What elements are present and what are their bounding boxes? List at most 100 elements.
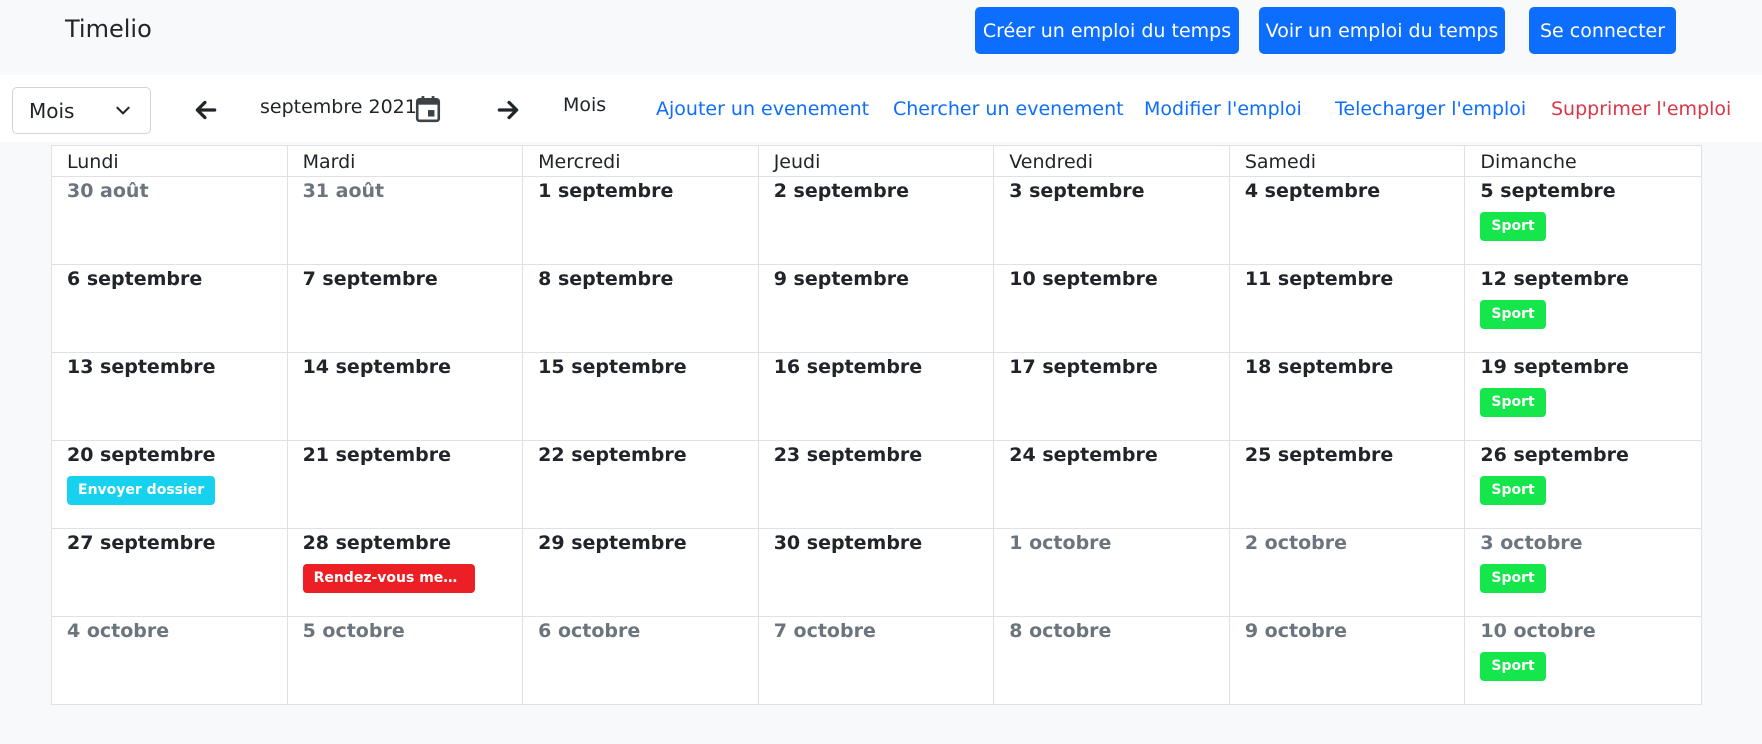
weekday-header: Mercredi: [523, 146, 759, 177]
delete-schedule-link[interactable]: Supprimer l'emploi: [1551, 98, 1731, 120]
calendar-day-cell[interactable]: 3 septembre: [994, 177, 1230, 265]
edit-schedule-link[interactable]: Modifier l'emploi: [1144, 98, 1302, 120]
calendar-day-cell[interactable]: 18 septembre: [1229, 353, 1466, 441]
day-date-label: 30 août: [67, 180, 149, 202]
calendar-day-cell[interactable]: 7 octobre: [758, 617, 995, 705]
day-date-label: 25 septembre: [1244, 444, 1394, 466]
calendar-day-cell[interactable]: 8 septembre: [523, 265, 759, 353]
day-date-label: 7 septembre: [302, 268, 438, 290]
event-badge[interactable]: Sport: [1480, 476, 1546, 505]
day-date-label: 9 septembre: [773, 268, 909, 290]
create-schedule-button[interactable]: Créer un emploi du temps: [975, 7, 1239, 54]
calendar-day-cell[interactable]: 28 septembre Rendez-vous mede...: [287, 529, 524, 617]
calendar-day-cell[interactable]: 21 septembre: [287, 441, 524, 529]
calendar-day-cell[interactable]: 2 septembre: [758, 177, 995, 265]
weekday-header: Jeudi: [758, 146, 995, 177]
day-date-label: 30 septembre: [773, 532, 923, 554]
calendar-day-cell[interactable]: 4 septembre: [1229, 177, 1466, 265]
day-date-label: 3 octobre: [1480, 532, 1583, 554]
calendar-day-cell[interactable]: 5 octobre: [287, 617, 524, 705]
weekday-header-row: Lundi Mardi Mercredi Jeudi Vendredi Same…: [52, 146, 1701, 177]
calendar-day-cell[interactable]: 16 septembre: [758, 353, 995, 441]
login-button[interactable]: Se connecter: [1529, 7, 1676, 54]
calendar-day-cell[interactable]: 26 septembre Sport: [1465, 441, 1701, 529]
calendar-day-cell[interactable]: 7 septembre: [287, 265, 524, 353]
calendar-icon[interactable]: [415, 95, 441, 123]
calendar-toolbar: Mois septembre 2021 Mois Ajouter un even…: [0, 75, 1762, 142]
calendar-day-cell[interactable]: 25 septembre: [1229, 441, 1466, 529]
view-schedule-button[interactable]: Voir un emploi du temps: [1259, 7, 1505, 54]
calendar-day-cell[interactable]: 1 octobre: [994, 529, 1230, 617]
calendar-day-cell[interactable]: 6 septembre: [52, 265, 288, 353]
day-date-label: 1 octobre: [1009, 532, 1112, 554]
calendar-day-cell[interactable]: 30 septembre: [758, 529, 995, 617]
day-date-label: 12 septembre: [1480, 268, 1629, 290]
day-date-label: 29 septembre: [538, 532, 687, 554]
day-date-label: 9 octobre: [1244, 620, 1347, 642]
day-date-label: 2 octobre: [1244, 532, 1347, 554]
calendar-day-cells: 30 août 31 août 1 septembre 2 septembre 3 se…: [52, 177, 1701, 705]
brand-logo-text[interactable]: Timelio: [65, 15, 152, 43]
day-date-label: 1 septembre: [538, 180, 674, 202]
calendar-day-cell[interactable]: 3 octobre Sport: [1465, 529, 1701, 617]
calendar-day-cell[interactable]: 8 octobre: [994, 617, 1230, 705]
event-badge[interactable]: Sport: [1480, 212, 1546, 241]
calendar-day-cell[interactable]: 6 octobre: [523, 617, 759, 705]
day-date-label: 15 septembre: [538, 356, 687, 378]
calendar-day-cell[interactable]: 10 octobre Sport: [1465, 617, 1701, 705]
view-mode-value: Mois: [29, 98, 75, 123]
download-schedule-link[interactable]: Telecharger l'emploi: [1335, 98, 1526, 120]
calendar-day-cell[interactable]: 9 septembre: [758, 265, 995, 353]
add-event-link[interactable]: Ajouter un evenement: [656, 98, 869, 120]
calendar-day-cell[interactable]: 24 septembre: [994, 441, 1230, 529]
calendar-day-cell[interactable]: 4 octobre: [52, 617, 288, 705]
event-badge[interactable]: Sport: [1480, 388, 1546, 417]
weekday-header: Dimanche: [1465, 146, 1701, 177]
weekday-header: Mardi: [287, 146, 524, 177]
calendar-day-cell[interactable]: 5 septembre Sport: [1465, 177, 1701, 265]
previous-month-arrow-icon[interactable]: [193, 97, 219, 123]
calendar-day-cell[interactable]: 2 octobre: [1229, 529, 1466, 617]
day-date-label: 6 octobre: [538, 620, 641, 642]
event-badge[interactable]: Sport: [1480, 564, 1546, 593]
event-badge[interactable]: Sport: [1480, 652, 1546, 681]
calendar-day-cell[interactable]: 10 septembre: [994, 265, 1230, 353]
calendar-day-cell[interactable]: 12 septembre Sport: [1465, 265, 1701, 353]
search-event-link[interactable]: Chercher un evenement: [893, 98, 1124, 120]
day-date-label: 11 septembre: [1244, 268, 1394, 290]
day-date-label: 21 septembre: [302, 444, 452, 466]
event-badge[interactable]: Rendez-vous mede...: [302, 564, 475, 593]
event-badge[interactable]: Envoyer dossier: [67, 476, 216, 505]
calendar-day-cell[interactable]: 9 octobre: [1229, 617, 1466, 705]
top-navbar: Timelio Créer un emploi du temps Voir un…: [0, 0, 1762, 75]
current-view-label: Mois: [563, 94, 607, 116]
day-date-label: 5 septembre: [1480, 180, 1616, 202]
calendar-day-cell[interactable]: 20 septembre Envoyer dossier: [52, 441, 288, 529]
next-month-arrow-icon[interactable]: [495, 97, 521, 123]
calendar-day-cell[interactable]: 30 août: [52, 177, 288, 265]
weekday-header: Lundi: [52, 146, 288, 177]
calendar-day-cell[interactable]: 23 septembre: [758, 441, 995, 529]
calendar-day-cell[interactable]: 31 août: [287, 177, 524, 265]
day-date-label: 4 septembre: [1244, 180, 1381, 202]
calendar-day-cell[interactable]: 17 septembre: [994, 353, 1230, 441]
day-date-label: 27 septembre: [67, 532, 216, 554]
calendar-day-cell[interactable]: 29 septembre: [523, 529, 759, 617]
current-period-label: septembre 2021: [260, 96, 417, 118]
calendar-day-cell[interactable]: 27 septembre: [52, 529, 288, 617]
month-calendar-grid: Lundi Mardi Mercredi Jeudi Vendredi Same…: [51, 145, 1702, 705]
calendar-day-cell[interactable]: 13 septembre: [52, 353, 288, 441]
calendar-day-cell[interactable]: 11 septembre: [1229, 265, 1466, 353]
event-badge[interactable]: Sport: [1480, 300, 1546, 329]
calendar-day-cell[interactable]: 22 septembre: [523, 441, 759, 529]
day-date-label: 17 septembre: [1009, 356, 1158, 378]
day-date-label: 23 septembre: [773, 444, 923, 466]
day-date-label: 4 octobre: [67, 620, 170, 642]
day-date-label: 18 septembre: [1244, 356, 1394, 378]
calendar-day-cell[interactable]: 15 septembre: [523, 353, 759, 441]
weekday-header: Samedi: [1229, 146, 1466, 177]
calendar-day-cell[interactable]: 14 septembre: [287, 353, 524, 441]
calendar-day-cell[interactable]: 19 septembre Sport: [1465, 353, 1701, 441]
view-mode-select[interactable]: Mois: [12, 87, 151, 134]
calendar-day-cell[interactable]: 1 septembre: [523, 177, 759, 265]
